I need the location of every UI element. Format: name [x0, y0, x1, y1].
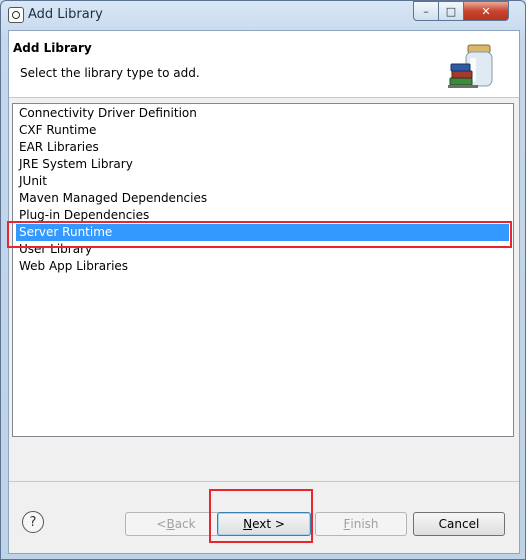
- wizard-title: Add Library: [13, 41, 92, 55]
- footer-separator: [9, 481, 519, 482]
- wizard-header: Add Library Select the library type to a…: [9, 31, 519, 98]
- next-highlight-box: [209, 489, 313, 543]
- close-button[interactable]: ✕: [463, 1, 509, 21]
- library-list-item[interactable]: Maven Managed Dependencies: [16, 190, 509, 207]
- title-bar[interactable]: Add Library – □ ✕: [1, 1, 525, 29]
- back-mnemonic: B: [166, 517, 175, 531]
- cancel-button[interactable]: Cancel: [413, 512, 505, 536]
- wizard-description: Select the library type to add.: [20, 66, 200, 80]
- library-list-item[interactable]: CXF Runtime: [16, 122, 509, 139]
- library-list-item[interactable]: Web App Libraries: [16, 258, 509, 275]
- add-library-dialog: Add Library – □ ✕ Add Library Select the…: [0, 0, 526, 560]
- library-list-item[interactable]: JRE System Library: [16, 156, 509, 173]
- finish-mnemonic: F: [343, 517, 351, 531]
- library-list-item[interactable]: Connectivity Driver Definition: [16, 105, 509, 122]
- library-list-item[interactable]: EAR Libraries: [16, 139, 509, 156]
- minimize-button[interactable]: –: [413, 1, 439, 21]
- back-prefix: <: [156, 517, 167, 531]
- finish-button: Finish: [315, 512, 407, 536]
- library-list-item[interactable]: JUnit: [16, 173, 509, 190]
- selection-highlight-box: [7, 221, 512, 248]
- window-title: Add Library: [28, 7, 103, 22]
- back-label-rest: ack: [174, 517, 196, 531]
- library-jars-icon: [448, 44, 493, 88]
- eclipse-app-icon: [8, 7, 24, 23]
- finish-label-rest: inish: [350, 517, 379, 531]
- help-icon[interactable]: ?: [22, 511, 44, 533]
- maximize-button[interactable]: □: [438, 1, 464, 21]
- dialog-body: Add Library Select the library type to a…: [8, 30, 520, 554]
- library-type-list[interactable]: Connectivity Driver Definition CXF Runtim…: [12, 103, 514, 437]
